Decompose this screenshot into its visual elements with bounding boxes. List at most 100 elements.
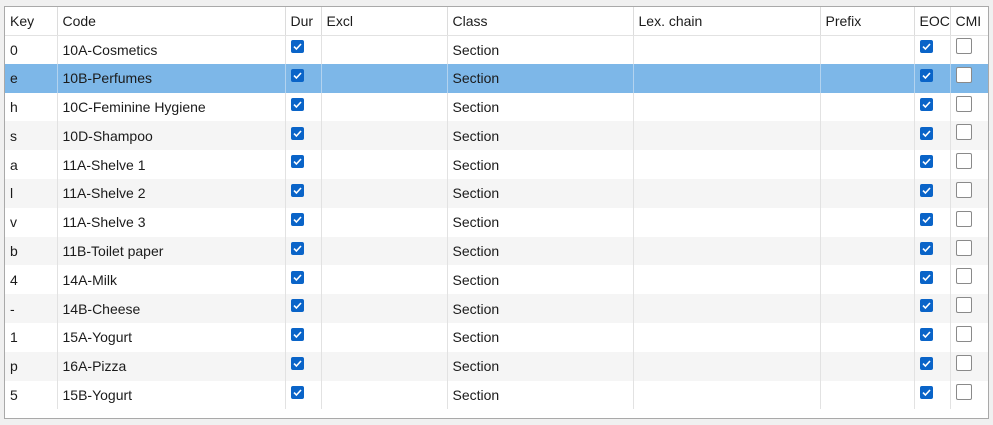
checkbox-unchecked-icon[interactable] [955, 182, 972, 199]
lex-chain-cell[interactable] [633, 351, 821, 381]
checkbox-checked-icon[interactable] [290, 270, 304, 284]
checkbox-checked-icon[interactable] [290, 184, 304, 198]
prefix-cell[interactable] [820, 63, 915, 93]
code-cell[interactable]: 15B-Yogurt [57, 380, 286, 410]
excl-cell[interactable] [321, 351, 448, 381]
prefix-cell[interactable] [820, 178, 915, 208]
class-cell[interactable]: Section [447, 35, 634, 64]
checkbox-unchecked-icon[interactable] [955, 38, 972, 55]
excl-cell[interactable] [321, 236, 448, 266]
column-header-eoc[interactable]: EOC [914, 7, 951, 36]
column-header-code[interactable]: Code [57, 7, 286, 36]
excl-cell[interactable] [321, 178, 448, 208]
key-cell[interactable]: 5 [5, 380, 58, 410]
table-row[interactable]: 4 14A-Milk Section [5, 265, 988, 295]
checkbox-checked-icon[interactable] [290, 155, 304, 169]
checkbox-checked-icon[interactable] [290, 241, 304, 255]
code-cell[interactable]: 14B-Cheese [57, 294, 286, 323]
key-cell[interactable]: 0 [5, 35, 58, 64]
key-cell[interactable]: b [5, 236, 58, 266]
table-row[interactable]: s 10D-Shampoo Section [5, 121, 988, 151]
key-cell[interactable]: l [5, 178, 58, 208]
key-cell[interactable]: a [5, 150, 58, 179]
table-row[interactable]: h 10C-Feminine Hygiene Section [5, 92, 988, 122]
prefix-cell[interactable] [820, 121, 915, 151]
lex-chain-cell[interactable] [633, 236, 821, 266]
checkbox-checked-icon[interactable] [290, 97, 304, 111]
lex-chain-cell[interactable] [633, 150, 821, 179]
code-cell[interactable]: 15A-Yogurt [57, 322, 286, 352]
table-row[interactable]: 5 15B-Yogurt Section [5, 380, 988, 410]
key-cell[interactable]: e [5, 63, 58, 93]
column-header-lex-chain[interactable]: Lex. chain [633, 7, 821, 36]
excl-cell[interactable] [321, 63, 448, 93]
class-cell[interactable]: Section [447, 265, 634, 295]
prefix-cell[interactable] [820, 150, 915, 179]
class-cell[interactable]: Section [447, 380, 634, 410]
class-cell[interactable]: Section [447, 322, 634, 352]
checkbox-checked-icon[interactable] [919, 241, 933, 255]
excl-cell[interactable] [321, 150, 448, 179]
code-cell[interactable]: 11A-Shelve 3 [57, 207, 286, 237]
checkbox-checked-icon[interactable] [290, 356, 304, 370]
code-cell[interactable]: 11B-Toilet paper [57, 236, 286, 266]
code-cell[interactable]: 10B-Perfumes [57, 63, 286, 93]
prefix-cell[interactable] [820, 92, 915, 122]
checkbox-unchecked-icon[interactable] [955, 210, 972, 227]
class-cell[interactable]: Section [447, 150, 634, 179]
excl-cell[interactable] [321, 265, 448, 295]
prefix-cell[interactable] [820, 322, 915, 352]
checkbox-unchecked-icon[interactable] [955, 124, 972, 141]
lex-chain-cell[interactable] [633, 178, 821, 208]
lex-chain-cell[interactable] [633, 380, 821, 410]
key-cell[interactable]: - [5, 294, 58, 323]
checkbox-unchecked-icon[interactable] [955, 95, 972, 112]
checkbox-checked-icon[interactable] [919, 385, 933, 399]
column-header-class[interactable]: Class [447, 7, 634, 36]
code-cell[interactable]: 10A-Cosmetics [57, 35, 286, 64]
excl-cell[interactable] [321, 92, 448, 122]
table-row[interactable]: 1 15A-Yogurt Section [5, 322, 988, 352]
key-cell[interactable]: 4 [5, 265, 58, 295]
prefix-cell[interactable] [820, 35, 915, 64]
checkbox-checked-icon[interactable] [919, 299, 933, 313]
code-cell[interactable]: 16A-Pizza [57, 351, 286, 381]
class-cell[interactable]: Section [447, 236, 634, 266]
checkbox-checked-icon[interactable] [919, 270, 933, 284]
key-cell[interactable]: 1 [5, 322, 58, 352]
prefix-cell[interactable] [820, 207, 915, 237]
checkbox-unchecked-icon[interactable] [955, 268, 972, 285]
code-cell[interactable]: 14A-Milk [57, 265, 286, 295]
class-cell[interactable]: Section [447, 351, 634, 381]
prefix-cell[interactable] [820, 294, 915, 323]
class-cell[interactable]: Section [447, 178, 634, 208]
lex-chain-cell[interactable] [633, 265, 821, 295]
checkbox-unchecked-icon[interactable] [955, 326, 972, 343]
table-row[interactable]: l 11A-Shelve 2 Section [5, 178, 988, 208]
prefix-cell[interactable] [820, 236, 915, 266]
table-row[interactable]: b 11B-Toilet paper Section [5, 236, 988, 266]
table-row[interactable]: v 11A-Shelve 3 Section [5, 207, 988, 237]
code-cell[interactable]: 11A-Shelve 1 [57, 150, 286, 179]
excl-cell[interactable] [321, 207, 448, 237]
prefix-cell[interactable] [820, 351, 915, 381]
checkbox-unchecked-icon[interactable] [955, 239, 972, 256]
checkbox-unchecked-icon[interactable] [955, 297, 972, 314]
key-cell[interactable]: s [5, 121, 58, 151]
prefix-cell[interactable] [820, 265, 915, 295]
code-cell[interactable]: 10D-Shampoo [57, 121, 286, 151]
column-header-cmi[interactable]: CMI [950, 7, 988, 36]
table-row[interactable]: -14B-Cheese Section [5, 294, 988, 323]
lex-chain-cell[interactable] [633, 322, 821, 352]
checkbox-checked-icon[interactable] [919, 356, 933, 370]
checkbox-checked-icon[interactable] [290, 68, 304, 82]
lex-chain-cell[interactable] [633, 121, 821, 151]
checkbox-checked-icon[interactable] [919, 126, 933, 140]
lex-chain-cell[interactable] [633, 63, 821, 93]
table-row[interactable]: e 10B-Perfumes Section [5, 63, 988, 93]
column-header-dur[interactable]: Dur [285, 7, 322, 36]
key-cell[interactable]: h [5, 92, 58, 122]
lex-chain-cell[interactable] [633, 35, 821, 64]
checkbox-checked-icon[interactable] [290, 385, 304, 399]
table-row[interactable]: 0 10A-Cosmetics Section [5, 35, 988, 64]
